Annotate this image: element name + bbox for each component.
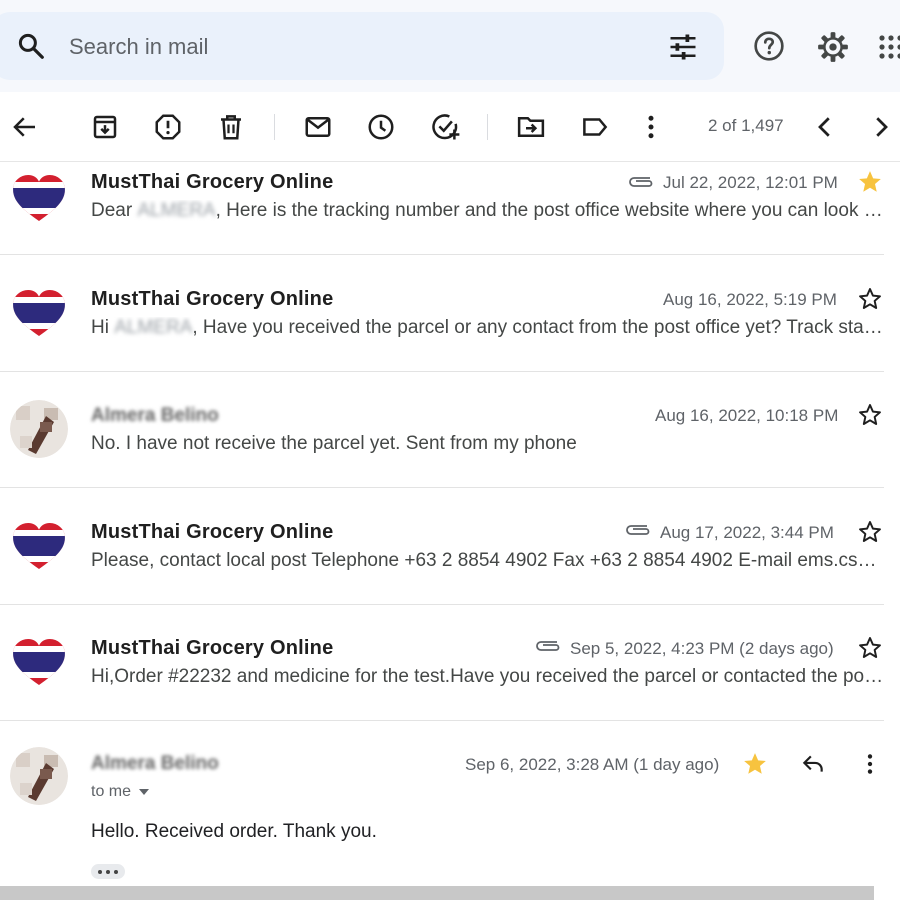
message-date: Jul 22, 2022, 12:01 PM xyxy=(663,173,838,192)
snippet-greeting: Dear xyxy=(91,200,133,221)
recipient-label: to me xyxy=(91,783,132,800)
report-spam-icon[interactable] xyxy=(153,112,183,142)
message-snippet: No. I have not receive the parcel yet. S… xyxy=(91,433,577,454)
add-task-icon[interactable] xyxy=(430,112,460,142)
settings-icon[interactable] xyxy=(816,30,850,64)
dot-icon xyxy=(114,870,118,874)
attachment-icon xyxy=(629,177,653,187)
message-snippet: Dear ALMERA, Here is the tracking number… xyxy=(91,200,884,222)
attachment-icon xyxy=(536,641,560,651)
dot-icon xyxy=(98,870,102,874)
star-outline-icon[interactable] xyxy=(857,402,883,428)
sender-name: MustThai Grocery Online xyxy=(91,637,334,659)
reply-icon[interactable] xyxy=(800,751,826,777)
thread-message-row[interactable]: Almera Belino Aug 16, 2022, 10:18 PM No.… xyxy=(0,372,884,488)
user-photo-avatar xyxy=(10,747,68,805)
message-date: Aug 16, 2022, 10:18 PM xyxy=(655,406,839,425)
thai-flag-heart-avatar xyxy=(13,522,65,570)
thread-message-row[interactable]: MustThai Grocery Online Aug 17, 2022, 3:… xyxy=(0,488,884,605)
message-date: Aug 17, 2022, 3:44 PM xyxy=(660,523,834,542)
dot-icon xyxy=(106,870,110,874)
caret-down-icon[interactable] xyxy=(139,788,150,795)
message-snippet: Please, contact local post Telephone +63… xyxy=(91,550,884,571)
sender-name: MustThai Grocery Online xyxy=(91,521,334,543)
search-bar[interactable] xyxy=(0,12,724,80)
chevron-left-icon[interactable] xyxy=(810,112,840,142)
star-outline-icon[interactable] xyxy=(857,519,883,545)
redacted-name: ALMERA xyxy=(114,317,193,338)
show-trimmed-content-button[interactable] xyxy=(91,864,125,879)
pagination-count: 2 of 1,497 xyxy=(708,116,784,135)
recipient-details-toggle[interactable]: to me xyxy=(91,783,150,801)
chevron-right-icon[interactable] xyxy=(866,112,896,142)
sender-name: MustThai Grocery Online xyxy=(91,171,334,193)
snippet-text: , Here is the tracking number and the po… xyxy=(215,200,884,221)
thai-flag-heart-avatar xyxy=(13,289,65,337)
mark-unread-icon[interactable] xyxy=(303,112,333,142)
snippet-text: , Have you received the parcel or any co… xyxy=(192,317,884,338)
label-icon[interactable] xyxy=(580,112,610,142)
thai-flag-heart-avatar xyxy=(13,174,65,222)
star-outline-icon[interactable] xyxy=(857,635,883,661)
message-snippet: Hi ALMERA, Have you received the parcel … xyxy=(91,317,884,339)
star-filled-icon[interactable] xyxy=(857,169,883,195)
message-date: Aug 16, 2022, 5:19 PM xyxy=(663,290,837,309)
thread-message-row[interactable]: MustThai Grocery Online Jul 22, 2022, 12… xyxy=(0,162,884,255)
search-icon[interactable] xyxy=(16,31,46,61)
message-snippet: Hi,Order #22232 and medicine for the tes… xyxy=(91,666,884,687)
archive-icon[interactable] xyxy=(90,112,120,142)
apps-icon[interactable] xyxy=(878,34,900,60)
user-photo-avatar xyxy=(10,400,68,458)
thread-message-row[interactable]: MustThai Grocery Online Aug 16, 2022, 5:… xyxy=(0,255,884,372)
snippet-greeting: Hi xyxy=(91,317,109,338)
open-message-date: Sep 6, 2022, 3:28 AM (1 day ago) xyxy=(465,755,720,774)
move-to-icon[interactable] xyxy=(516,112,546,142)
toolbar-divider xyxy=(487,114,488,140)
top-bar xyxy=(0,0,900,92)
thai-flag-heart-avatar xyxy=(13,638,65,686)
star-outline-icon[interactable] xyxy=(857,286,883,312)
search-input[interactable] xyxy=(69,34,629,60)
help-icon[interactable] xyxy=(753,30,785,62)
redacted-name: ALMERA xyxy=(137,200,216,221)
attachment-icon xyxy=(626,525,650,535)
more-vert-icon[interactable] xyxy=(636,112,666,142)
more-vert-icon[interactable] xyxy=(857,751,883,777)
open-message-body: Hello. Received order. Thank you. xyxy=(91,821,377,842)
open-message-sender-redacted: Almera Belino xyxy=(91,753,219,774)
sender-name-redacted: Almera Belino xyxy=(91,405,219,426)
thread-message-row[interactable]: MustThai Grocery Online Sep 5, 2022, 4:2… xyxy=(0,605,884,721)
tune-icon[interactable] xyxy=(668,32,698,62)
horizontal-scrollbar[interactable] xyxy=(0,886,874,900)
sender-name: MustThai Grocery Online xyxy=(91,288,334,310)
delete-icon[interactable] xyxy=(216,112,246,142)
star-filled-icon[interactable] xyxy=(742,751,768,777)
snooze-icon[interactable] xyxy=(366,112,396,142)
message-date: Sep 5, 2022, 4:23 PM (2 days ago) xyxy=(570,639,834,658)
toolbar-divider xyxy=(274,114,275,140)
back-arrow-icon[interactable] xyxy=(10,112,40,142)
message-toolbar: 2 of 1,497 xyxy=(0,92,900,162)
